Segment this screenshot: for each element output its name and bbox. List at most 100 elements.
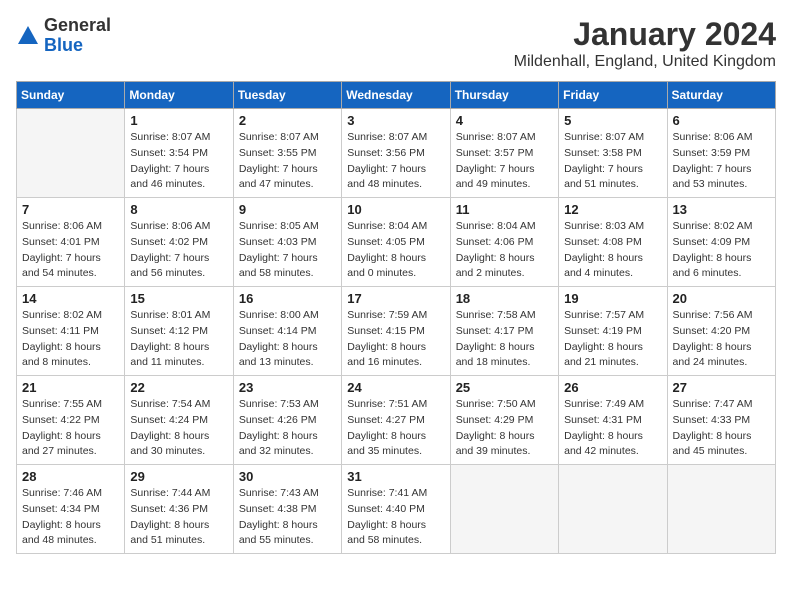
calendar-cell: 6 Sunrise: 8:06 AMSunset: 3:59 PMDayligh… — [667, 109, 775, 198]
weekday-header: Sunday — [17, 82, 125, 109]
calendar-cell: 22 Sunrise: 7:54 AMSunset: 4:24 PMDaylig… — [125, 376, 233, 465]
day-number: 25 — [456, 380, 553, 395]
day-info: Sunrise: 7:54 AMSunset: 4:24 PMDaylight:… — [130, 397, 227, 460]
day-info: Sunrise: 8:07 AMSunset: 3:57 PMDaylight:… — [456, 130, 553, 193]
day-info: Sunrise: 8:03 AMSunset: 4:08 PMDaylight:… — [564, 219, 661, 282]
day-info: Sunrise: 7:50 AMSunset: 4:29 PMDaylight:… — [456, 397, 553, 460]
calendar-cell: 21 Sunrise: 7:55 AMSunset: 4:22 PMDaylig… — [17, 376, 125, 465]
day-number: 14 — [22, 291, 119, 306]
day-info: Sunrise: 7:41 AMSunset: 4:40 PMDaylight:… — [347, 486, 444, 549]
day-number: 16 — [239, 291, 336, 306]
calendar-cell: 5 Sunrise: 8:07 AMSunset: 3:58 PMDayligh… — [559, 109, 667, 198]
day-number: 1 — [130, 113, 227, 128]
day-info: Sunrise: 8:07 AMSunset: 3:58 PMDaylight:… — [564, 130, 661, 193]
day-number: 11 — [456, 202, 553, 217]
calendar-cell: 29 Sunrise: 7:44 AMSunset: 4:36 PMDaylig… — [125, 465, 233, 554]
day-info: Sunrise: 7:44 AMSunset: 4:36 PMDaylight:… — [130, 486, 227, 549]
weekday-header: Tuesday — [233, 82, 341, 109]
day-number: 9 — [239, 202, 336, 217]
day-info: Sunrise: 7:43 AMSunset: 4:38 PMDaylight:… — [239, 486, 336, 549]
day-info: Sunrise: 7:46 AMSunset: 4:34 PMDaylight:… — [22, 486, 119, 549]
calendar-cell: 13 Sunrise: 8:02 AMSunset: 4:09 PMDaylig… — [667, 198, 775, 287]
day-info: Sunrise: 8:06 AMSunset: 4:02 PMDaylight:… — [130, 219, 227, 282]
calendar-cell: 24 Sunrise: 7:51 AMSunset: 4:27 PMDaylig… — [342, 376, 450, 465]
day-number: 13 — [673, 202, 770, 217]
calendar-cell — [450, 465, 558, 554]
title-area: January 2024 Mildenhall, England, United… — [514, 16, 776, 71]
calendar-cell: 4 Sunrise: 8:07 AMSunset: 3:57 PMDayligh… — [450, 109, 558, 198]
calendar-cell — [667, 465, 775, 554]
calendar-cell: 15 Sunrise: 8:01 AMSunset: 4:12 PMDaylig… — [125, 287, 233, 376]
page-header: General Blue January 2024 Mildenhall, En… — [16, 16, 776, 71]
day-number: 27 — [673, 380, 770, 395]
day-info: Sunrise: 7:49 AMSunset: 4:31 PMDaylight:… — [564, 397, 661, 460]
location-subtitle: Mildenhall, England, United Kingdom — [514, 53, 776, 71]
day-info: Sunrise: 8:07 AMSunset: 3:56 PMDaylight:… — [347, 130, 444, 193]
calendar-cell: 31 Sunrise: 7:41 AMSunset: 4:40 PMDaylig… — [342, 465, 450, 554]
day-number: 10 — [347, 202, 444, 217]
calendar-week-row: 14 Sunrise: 8:02 AMSunset: 4:11 PMDaylig… — [17, 287, 776, 376]
calendar-cell: 2 Sunrise: 8:07 AMSunset: 3:55 PMDayligh… — [233, 109, 341, 198]
day-info: Sunrise: 7:55 AMSunset: 4:22 PMDaylight:… — [22, 397, 119, 460]
day-number: 4 — [456, 113, 553, 128]
day-number: 17 — [347, 291, 444, 306]
day-info: Sunrise: 8:02 AMSunset: 4:11 PMDaylight:… — [22, 308, 119, 371]
logo-icon — [16, 24, 40, 48]
day-info: Sunrise: 7:58 AMSunset: 4:17 PMDaylight:… — [456, 308, 553, 371]
calendar-cell: 8 Sunrise: 8:06 AMSunset: 4:02 PMDayligh… — [125, 198, 233, 287]
weekday-header: Wednesday — [342, 82, 450, 109]
logo-general: General — [44, 15, 111, 35]
calendar-cell: 20 Sunrise: 7:56 AMSunset: 4:20 PMDaylig… — [667, 287, 775, 376]
day-number: 12 — [564, 202, 661, 217]
day-info: Sunrise: 8:07 AMSunset: 3:54 PMDaylight:… — [130, 130, 227, 193]
calendar-cell: 16 Sunrise: 8:00 AMSunset: 4:14 PMDaylig… — [233, 287, 341, 376]
day-number: 15 — [130, 291, 227, 306]
calendar-cell: 7 Sunrise: 8:06 AMSunset: 4:01 PMDayligh… — [17, 198, 125, 287]
calendar-cell: 17 Sunrise: 7:59 AMSunset: 4:15 PMDaylig… — [342, 287, 450, 376]
day-number: 26 — [564, 380, 661, 395]
day-info: Sunrise: 7:47 AMSunset: 4:33 PMDaylight:… — [673, 397, 770, 460]
day-info: Sunrise: 8:00 AMSunset: 4:14 PMDaylight:… — [239, 308, 336, 371]
weekday-header: Saturday — [667, 82, 775, 109]
month-title: January 2024 — [514, 16, 776, 53]
day-info: Sunrise: 7:53 AMSunset: 4:26 PMDaylight:… — [239, 397, 336, 460]
calendar-week-row: 28 Sunrise: 7:46 AMSunset: 4:34 PMDaylig… — [17, 465, 776, 554]
calendar-cell: 26 Sunrise: 7:49 AMSunset: 4:31 PMDaylig… — [559, 376, 667, 465]
calendar-cell: 28 Sunrise: 7:46 AMSunset: 4:34 PMDaylig… — [17, 465, 125, 554]
calendar-cell: 19 Sunrise: 7:57 AMSunset: 4:19 PMDaylig… — [559, 287, 667, 376]
day-number: 31 — [347, 469, 444, 484]
day-number: 19 — [564, 291, 661, 306]
day-info: Sunrise: 8:04 AMSunset: 4:06 PMDaylight:… — [456, 219, 553, 282]
weekday-header: Monday — [125, 82, 233, 109]
day-number: 18 — [456, 291, 553, 306]
day-info: Sunrise: 8:02 AMSunset: 4:09 PMDaylight:… — [673, 219, 770, 282]
weekday-header: Thursday — [450, 82, 558, 109]
day-info: Sunrise: 8:07 AMSunset: 3:55 PMDaylight:… — [239, 130, 336, 193]
calendar-cell: 27 Sunrise: 7:47 AMSunset: 4:33 PMDaylig… — [667, 376, 775, 465]
day-number: 30 — [239, 469, 336, 484]
day-info: Sunrise: 7:59 AMSunset: 4:15 PMDaylight:… — [347, 308, 444, 371]
calendar-cell — [559, 465, 667, 554]
calendar-cell: 11 Sunrise: 8:04 AMSunset: 4:06 PMDaylig… — [450, 198, 558, 287]
calendar-week-row: 21 Sunrise: 7:55 AMSunset: 4:22 PMDaylig… — [17, 376, 776, 465]
day-number: 8 — [130, 202, 227, 217]
calendar-week-row: 1 Sunrise: 8:07 AMSunset: 3:54 PMDayligh… — [17, 109, 776, 198]
day-number: 24 — [347, 380, 444, 395]
day-info: Sunrise: 8:06 AMSunset: 3:59 PMDaylight:… — [673, 130, 770, 193]
day-info: Sunrise: 8:06 AMSunset: 4:01 PMDaylight:… — [22, 219, 119, 282]
logo: General Blue — [16, 16, 111, 56]
day-info: Sunrise: 7:57 AMSunset: 4:19 PMDaylight:… — [564, 308, 661, 371]
day-info: Sunrise: 7:56 AMSunset: 4:20 PMDaylight:… — [673, 308, 770, 371]
day-number: 5 — [564, 113, 661, 128]
calendar-cell: 9 Sunrise: 8:05 AMSunset: 4:03 PMDayligh… — [233, 198, 341, 287]
calendar-cell: 3 Sunrise: 8:07 AMSunset: 3:56 PMDayligh… — [342, 109, 450, 198]
weekday-header: Friday — [559, 82, 667, 109]
calendar-cell: 25 Sunrise: 7:50 AMSunset: 4:29 PMDaylig… — [450, 376, 558, 465]
day-number: 28 — [22, 469, 119, 484]
calendar-cell: 10 Sunrise: 8:04 AMSunset: 4:05 PMDaylig… — [342, 198, 450, 287]
day-number: 22 — [130, 380, 227, 395]
calendar-table: SundayMondayTuesdayWednesdayThursdayFrid… — [16, 81, 776, 554]
weekday-header-row: SundayMondayTuesdayWednesdayThursdayFrid… — [17, 82, 776, 109]
calendar-week-row: 7 Sunrise: 8:06 AMSunset: 4:01 PMDayligh… — [17, 198, 776, 287]
logo-blue: Blue — [44, 35, 83, 55]
